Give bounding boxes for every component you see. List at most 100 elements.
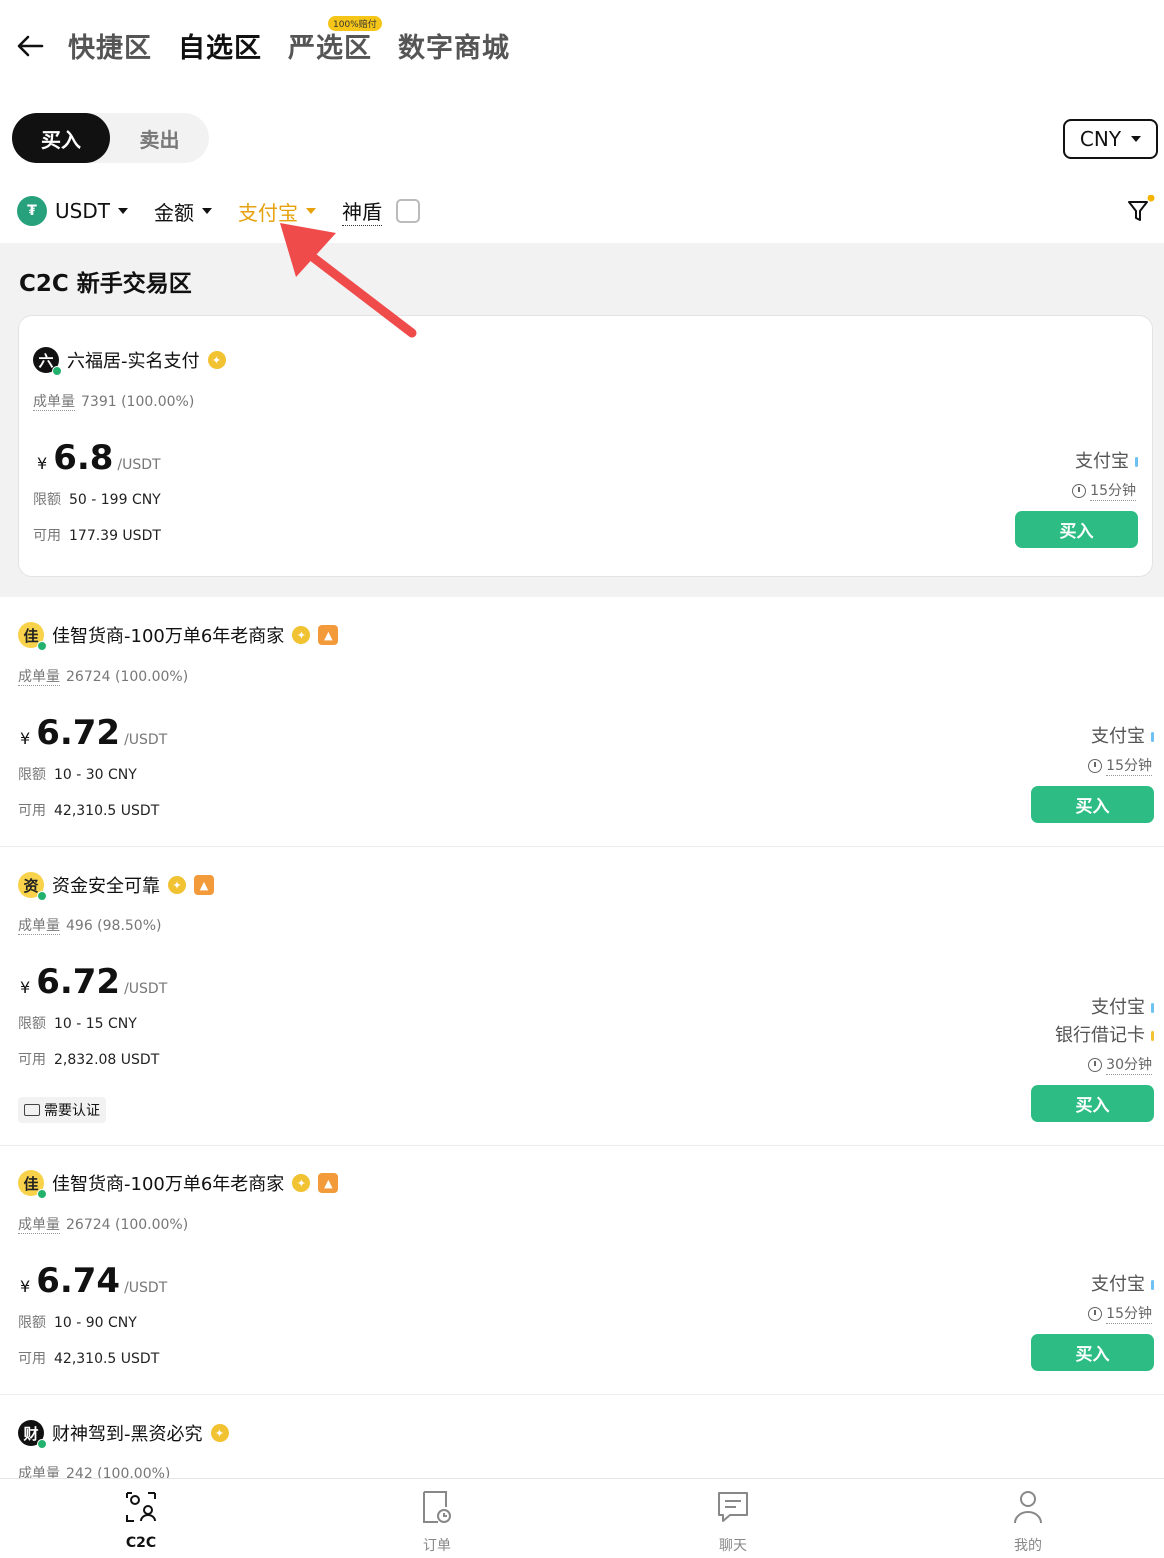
zone-title: C2C 新手交易区: [19, 271, 192, 297]
online-dot-icon: [37, 891, 47, 901]
nav-tabs: 快捷区 自选区 严选区 100%赔付 数字商城: [68, 16, 510, 65]
bottom-nav-chat[interactable]: 聊天: [683, 1489, 783, 1555]
merchant-name: 六福居-实名支付: [67, 351, 200, 372]
volume-stat: 成单量 496 (98.50%): [18, 918, 162, 935]
amount-filter-label: 金额: [153, 200, 194, 225]
limit: 限额 10 - 30 CNY: [18, 767, 137, 783]
online-dot-icon: [52, 366, 62, 376]
c2c-icon: [126, 1492, 156, 1522]
buy-button[interactable]: 买入: [1031, 786, 1154, 823]
annotation-arrow-icon: [280, 223, 417, 338]
top-nav: 快捷区 自选区 严选区 100%赔付 数字商城: [0, 0, 1164, 100]
payment-method: 支付宝: [1091, 1270, 1154, 1296]
merchant-name-row[interactable]: 佳 佳智货商-100万单6年老商家 ✦ ▲: [18, 1170, 339, 1199]
shield-badge-icon: ▲: [318, 1173, 339, 1193]
avatar: 资: [18, 872, 47, 901]
chevron-down-icon: [1131, 136, 1142, 142]
tab-selected-label: 严选区: [288, 33, 372, 64]
tab-selected[interactable]: 严选区 100%赔付: [288, 16, 382, 65]
limit: 限额 10 - 90 CNY: [18, 1315, 137, 1331]
bottom-nav-label: 我的: [1014, 1538, 1042, 1554]
avatar: 六: [33, 347, 62, 376]
available: 可用 177.39 USDT: [33, 528, 161, 544]
currency-selector[interactable]: CNY: [1063, 119, 1158, 159]
currency-label: CNY: [1079, 127, 1122, 151]
verified-badge-icon: ✦: [292, 626, 311, 644]
clock-icon: [1088, 1306, 1103, 1321]
amount-filter[interactable]: 金额: [154, 197, 212, 226]
filter-icon[interactable]: [1125, 195, 1155, 225]
buy-sell-toggle: 买入 卖出: [12, 113, 209, 163]
orders-icon: [423, 1491, 451, 1523]
bottom-nav-label: 订单: [423, 1538, 451, 1554]
clock-icon: [1072, 483, 1087, 498]
clock-icon: [1088, 758, 1103, 773]
available: 可用 42,310.5 USDT: [18, 1351, 160, 1367]
merchant-name-row[interactable]: 财 财神驾到-黑资必究 ✦: [18, 1420, 229, 1449]
verification-required-tag: 需要认证: [18, 1097, 106, 1123]
coin-filter[interactable]: ₮ USDT: [17, 196, 128, 226]
available: 可用 2,832.08 USDT: [18, 1052, 160, 1068]
pay-time: 30分钟: [1088, 1054, 1152, 1075]
tab-quick[interactable]: 快捷区: [68, 26, 152, 65]
tab-digital-mall[interactable]: 数字商城: [398, 26, 510, 65]
verified-badge-icon: ✦: [210, 1424, 229, 1442]
chevron-down-icon: [201, 208, 212, 214]
price: ¥6.74/USDT: [20, 1261, 168, 1301]
merchant-name: 资金安全可靠: [52, 876, 160, 897]
usdt-coin-icon: ₮: [17, 196, 47, 226]
limit: 限额 50 - 199 CNY: [33, 492, 161, 508]
tab-custom[interactable]: 自选区: [178, 26, 262, 65]
divider: [0, 846, 1164, 847]
merchant-name-row[interactable]: 六 六福居-实名支付 ✦: [33, 347, 226, 376]
price: ¥6.8/USDT: [37, 438, 161, 478]
ad-card: 六 六福居-实名支付 ✦ 成单量 7391 (100.00%) ¥6.8/USDT…: [18, 315, 1153, 577]
bottom-nav-profile[interactable]: 我的: [978, 1489, 1078, 1555]
bottom-nav-label: 聊天: [719, 1538, 747, 1554]
online-dot-icon: [37, 1439, 47, 1449]
divider: [0, 1145, 1164, 1146]
buy-button[interactable]: 买入: [1031, 1334, 1154, 1371]
bottom-nav: C2C 订单 聊天 我的: [0, 1478, 1164, 1558]
limit: 限额 10 - 15 CNY: [18, 1016, 137, 1032]
chevron-down-icon: [305, 208, 316, 214]
profile-icon: [1014, 1491, 1042, 1524]
coin-filter-label: USDT: [55, 199, 110, 223]
price: ¥6.72/USDT: [20, 962, 168, 1002]
available: 可用 42,310.5 USDT: [18, 803, 160, 819]
buy-button[interactable]: 买入: [1031, 1085, 1154, 1122]
pay-time: 15分钟: [1088, 755, 1152, 776]
volume-stat: 成单量 26724 (100.00%): [18, 1217, 189, 1234]
avatar: 财: [18, 1420, 47, 1449]
payment-method: 支付宝: [1091, 722, 1154, 748]
merchant-name-row[interactable]: 资 资金安全可靠 ✦ ▲: [18, 872, 214, 901]
bottom-nav-c2c[interactable]: C2C: [91, 1489, 191, 1551]
buy-toggle-button[interactable]: 买入: [12, 113, 110, 163]
price: ¥6.72/USDT: [20, 713, 168, 753]
verified-badge-icon: ✦: [207, 351, 226, 369]
online-dot-icon: [37, 641, 47, 651]
clock-icon: [1088, 1057, 1103, 1072]
online-dot-icon: [37, 1189, 47, 1199]
sell-toggle-button[interactable]: 卖出: [110, 113, 209, 163]
merchant-name-row[interactable]: 佳 佳智货商-100万单6年老商家 ✦ ▲: [18, 622, 339, 651]
verified-badge-icon: ✦: [168, 876, 186, 894]
divider: [0, 1394, 1164, 1395]
avatar: 佳: [18, 1170, 47, 1199]
compensation-badge: 100%赔付: [328, 16, 382, 31]
pay-time: 15分钟: [1072, 480, 1136, 501]
bottom-nav-orders[interactable]: 订单: [387, 1489, 487, 1555]
avatar: 佳: [18, 622, 47, 651]
payment-method: 支付宝: [1091, 993, 1154, 1019]
verified-badge-icon: ✦: [292, 1174, 311, 1192]
id-card-icon: [24, 1104, 40, 1116]
shield-badge-icon: ▲: [194, 875, 214, 895]
buy-button[interactable]: 买入: [1015, 511, 1138, 548]
pay-time: 15分钟: [1088, 1303, 1152, 1324]
payment-method: 支付宝: [1075, 447, 1138, 473]
shield-badge-icon: ▲: [318, 625, 339, 645]
merchant-name: 佳智货商-100万单6年老商家: [52, 1174, 285, 1195]
volume-stat: 成单量 26724 (100.00%): [18, 669, 189, 686]
chevron-down-icon: [117, 208, 128, 214]
back-arrow-icon[interactable]: [14, 28, 46, 64]
